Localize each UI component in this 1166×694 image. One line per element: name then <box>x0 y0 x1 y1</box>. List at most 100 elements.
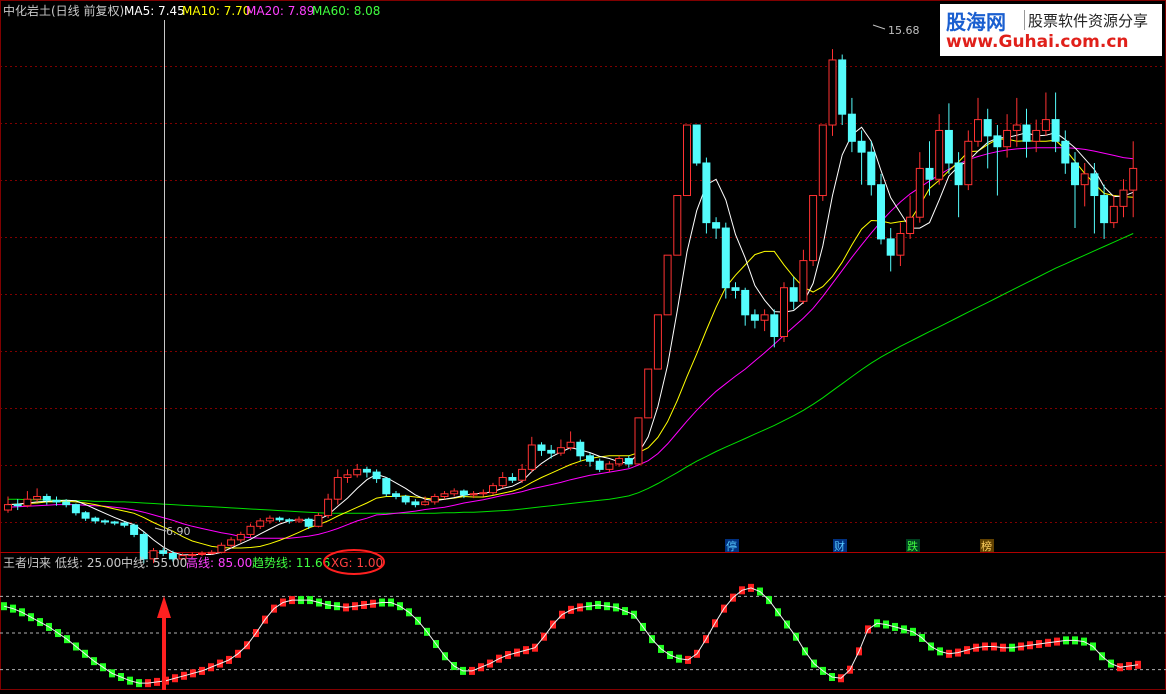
logo-main-text: 股海网 <box>946 10 1006 34</box>
candle-body <box>838 59 847 115</box>
candle <box>547 444 556 459</box>
candle <box>605 461 614 473</box>
candle <box>101 519 109 525</box>
candle-body <box>867 151 876 186</box>
candle-body <box>246 525 255 535</box>
candle <box>23 491 32 508</box>
candle <box>217 542 226 554</box>
indicator-trend-line: 趋势线: 11.66 <box>252 556 330 570</box>
candle-body <box>42 495 51 501</box>
candle <box>479 489 488 497</box>
candle <box>265 515 274 524</box>
candle-body <box>750 314 759 321</box>
candle-body <box>343 474 352 479</box>
candle <box>91 516 100 524</box>
ma10-line <box>7 138 1134 549</box>
marker-finance[interactable]: 财 <box>834 539 845 553</box>
candle-body <box>421 501 430 506</box>
candle <box>974 97 982 147</box>
candle <box>314 512 323 528</box>
candle <box>712 217 721 239</box>
candle <box>518 463 527 483</box>
candle-body <box>23 498 32 507</box>
candle-body <box>71 504 80 514</box>
candle-body <box>683 124 691 197</box>
candle-body <box>392 493 400 497</box>
marker-list[interactable]: 榜 <box>981 539 992 553</box>
candle-body <box>430 495 439 503</box>
candle <box>1061 130 1070 174</box>
high-label: 15.68 <box>888 24 920 37</box>
candle-body <box>799 260 808 302</box>
candle-body <box>1041 119 1050 131</box>
candle-body <box>52 499 61 503</box>
indicator-line <box>3 587 1139 684</box>
candle <box>1022 108 1031 158</box>
candle <box>207 550 216 555</box>
candle-body <box>333 477 342 500</box>
candle-body <box>91 517 100 522</box>
candle-body <box>236 533 245 541</box>
candle-body <box>130 524 139 535</box>
candle <box>847 97 856 153</box>
candle-body <box>198 552 206 556</box>
candle <box>430 493 439 505</box>
candle <box>392 491 400 500</box>
candle-body <box>847 113 856 142</box>
candle <box>683 124 691 197</box>
candle <box>1003 114 1012 158</box>
chart-svg: 15.68 6.90 停 财 跌 榜 中化岩土(日线 前复权) MA5: 7.4… <box>0 0 1166 690</box>
candle-body <box>586 455 594 462</box>
candle <box>809 195 818 267</box>
logo-url: www.Guhai.com.cn <box>946 32 1129 52</box>
ma5-polyline <box>7 126 1134 556</box>
candle-body <box>935 129 944 180</box>
candle-body <box>304 518 313 527</box>
candle-body <box>1100 195 1109 224</box>
ma20-value: MA20: 7.89 <box>246 4 314 18</box>
candle-body <box>324 498 333 516</box>
candle <box>450 488 459 497</box>
candle <box>828 49 837 136</box>
indicator-name: 王者归来 <box>3 556 51 570</box>
candle-body <box>1090 173 1099 197</box>
candle <box>983 108 992 169</box>
candle-body <box>673 195 682 256</box>
candle <box>731 282 740 299</box>
marker-fall[interactable]: 跌 <box>907 539 918 553</box>
candle <box>236 531 245 543</box>
ma60-line <box>8 233 1134 514</box>
candle-body <box>275 517 284 521</box>
candle-body <box>653 314 662 370</box>
candle <box>498 472 507 489</box>
candle-body <box>469 493 478 496</box>
candle <box>1109 195 1118 229</box>
indicator-low-line: 低线: 25.00 <box>55 556 121 570</box>
ma60-polyline <box>8 233 1134 514</box>
candle-body <box>450 490 459 495</box>
candle <box>256 518 265 530</box>
candle <box>886 228 895 272</box>
candlesticks <box>4 49 1138 564</box>
candle <box>333 469 342 505</box>
candle <box>760 309 769 332</box>
event-markers: 停 财 跌 榜 <box>725 539 994 553</box>
candle <box>110 520 119 526</box>
candle <box>644 368 653 419</box>
candle <box>634 417 643 465</box>
ma10-polyline <box>7 138 1134 549</box>
candle-body <box>780 287 788 338</box>
candle <box>925 141 934 196</box>
candle-body <box>896 232 905 256</box>
candle-body <box>489 485 497 494</box>
marker-stop[interactable]: 停 <box>726 539 737 553</box>
logo-sub-text: 股票软件资源分享 <box>1028 12 1149 30</box>
candle-body <box>721 227 730 289</box>
price-header: 中化岩土(日线 前复权) MA5: 7.45 MA10: 7.70 MA20: … <box>3 3 380 18</box>
candle <box>915 152 924 223</box>
candle-body <box>886 238 895 256</box>
candle <box>527 436 536 473</box>
candle <box>120 521 129 528</box>
indicator-bar <box>1 602 7 611</box>
candle-body <box>459 490 468 496</box>
